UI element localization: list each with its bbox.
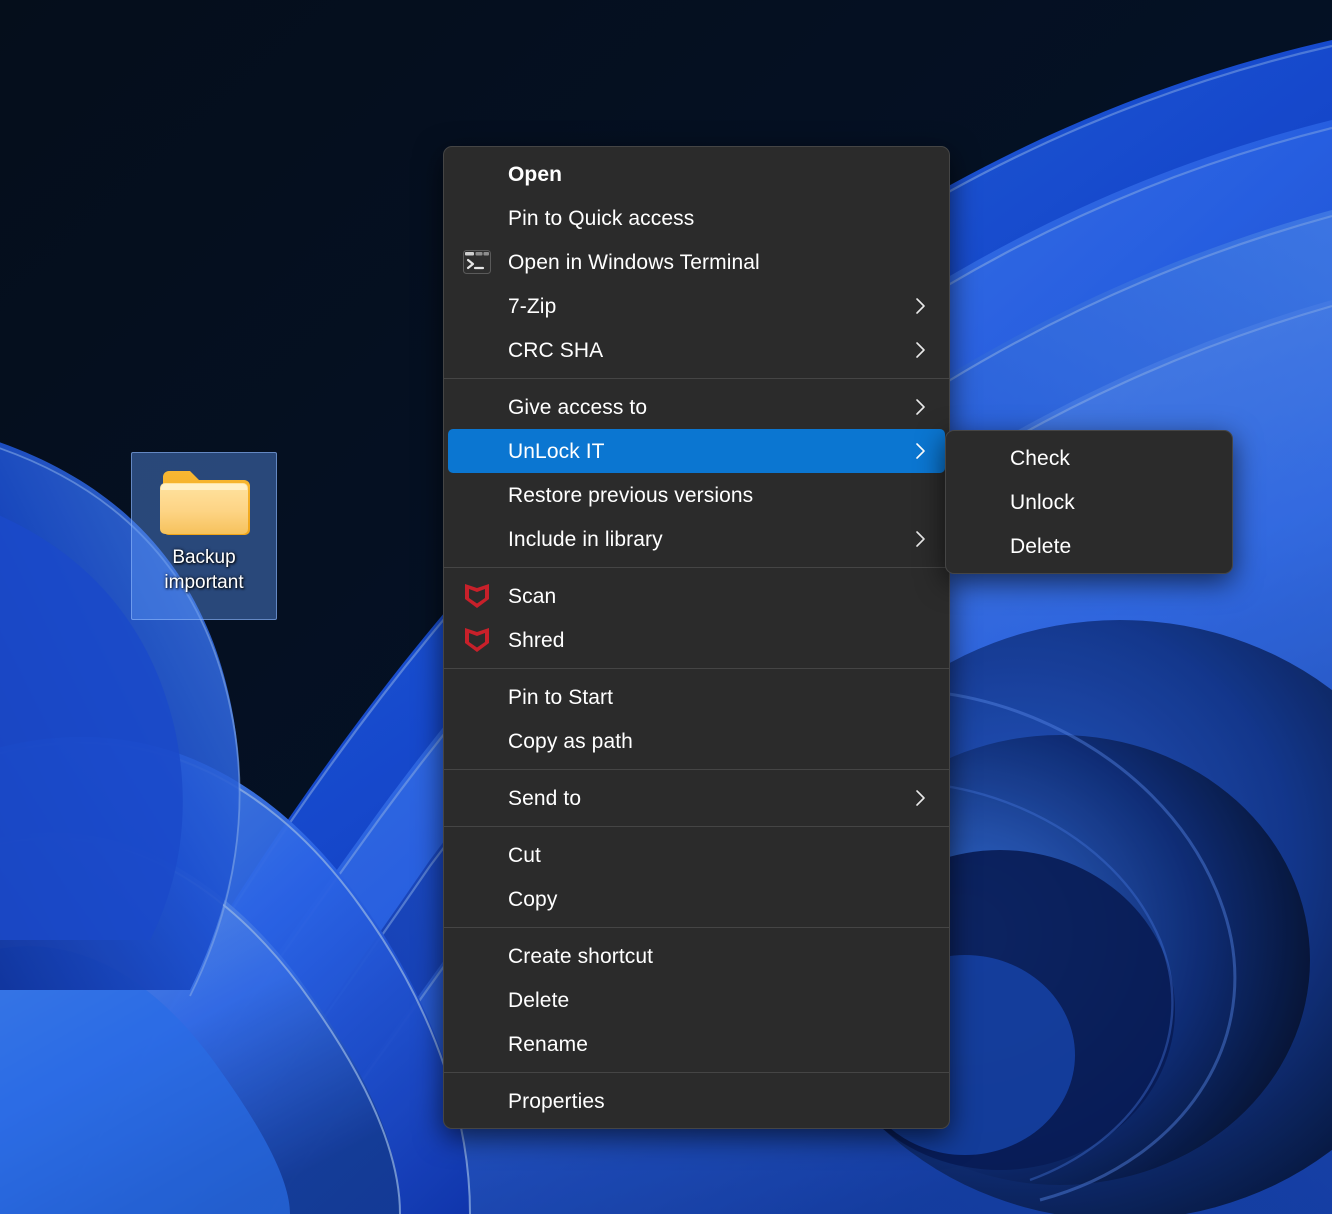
menu-item-label: UnLock IT bbox=[508, 439, 605, 463]
desktop[interactable]: Backup important Open Pin to Quick acces… bbox=[0, 0, 1332, 1214]
menu-item-label: Include in library bbox=[508, 527, 663, 551]
menu-separator bbox=[444, 1072, 949, 1073]
menu-item-label: Rename bbox=[508, 1032, 588, 1056]
menu-separator bbox=[444, 769, 949, 770]
menu-item-label: Delete bbox=[1010, 534, 1072, 558]
context-menu[interactable]: Open Pin to Quick access Open in Windows… bbox=[443, 146, 950, 1129]
menu-separator bbox=[444, 826, 949, 827]
desktop-icon-label-line2: important bbox=[164, 572, 244, 593]
menu-item-label: Delete bbox=[508, 988, 570, 1012]
menu-item-label: Check bbox=[1010, 446, 1071, 470]
menu-item-label: Open in Windows Terminal bbox=[508, 250, 760, 274]
menu-separator bbox=[444, 668, 949, 669]
menu-item-label: Pin to Quick access bbox=[508, 206, 695, 230]
desktop-icon-backup-important[interactable]: Backup important bbox=[131, 452, 277, 620]
terminal-icon bbox=[462, 247, 492, 277]
chevron-right-icon bbox=[915, 296, 927, 316]
menu-item-7-zip[interactable]: 7-Zip bbox=[448, 284, 945, 328]
menu-item-label: Copy as path bbox=[508, 729, 633, 753]
menu-item-label: Pin to Start bbox=[508, 685, 614, 709]
menu-separator bbox=[444, 378, 949, 379]
menu-item-scan[interactable]: Scan bbox=[448, 574, 945, 618]
mcafee-shield-icon bbox=[462, 625, 492, 655]
menu-item-properties[interactable]: Properties bbox=[448, 1079, 945, 1123]
menu-item-shred[interactable]: Shred bbox=[448, 618, 945, 662]
submenu-unlock-it[interactable]: Check Unlock Delete bbox=[945, 430, 1233, 574]
menu-item-label: Create shortcut bbox=[508, 944, 654, 968]
menu-item-label: Properties bbox=[508, 1089, 605, 1113]
menu-item-label: Give access to bbox=[508, 395, 648, 419]
submenu-item-check[interactable]: Check bbox=[950, 436, 1228, 480]
menu-item-rename[interactable]: Rename bbox=[448, 1022, 945, 1066]
desktop-icon-label-line1: Backup bbox=[172, 547, 236, 568]
menu-item-label: Restore previous versions bbox=[508, 483, 754, 507]
menu-item-cut[interactable]: Cut bbox=[448, 833, 945, 877]
chevron-right-icon bbox=[915, 340, 927, 360]
menu-item-pin-to-start[interactable]: Pin to Start bbox=[448, 675, 945, 719]
menu-item-label: Scan bbox=[508, 584, 557, 608]
menu-item-label: Unlock bbox=[1010, 490, 1075, 514]
menu-item-label: Open bbox=[508, 162, 563, 186]
menu-item-delete[interactable]: Delete bbox=[448, 978, 945, 1022]
chevron-right-icon bbox=[915, 788, 927, 808]
menu-item-open-in-windows-terminal[interactable]: Open in Windows Terminal bbox=[448, 240, 945, 284]
menu-item-unlock-it[interactable]: UnLock IT bbox=[448, 429, 945, 473]
chevron-right-icon bbox=[915, 397, 927, 417]
mcafee-shield-icon bbox=[462, 581, 492, 611]
menu-item-copy-as-path[interactable]: Copy as path bbox=[448, 719, 945, 763]
folder-icon bbox=[160, 471, 250, 535]
menu-item-label: Send to bbox=[508, 786, 582, 810]
menu-item-copy[interactable]: Copy bbox=[448, 877, 945, 921]
chevron-right-icon bbox=[915, 529, 927, 549]
menu-separator bbox=[444, 567, 949, 568]
menu-item-label: Copy bbox=[508, 887, 558, 911]
menu-item-label: CRC SHA bbox=[508, 338, 604, 362]
menu-item-pin-to-quick-access[interactable]: Pin to Quick access bbox=[448, 196, 945, 240]
desktop-icon-label: Backup important bbox=[139, 545, 269, 595]
menu-item-restore-previous-versions[interactable]: Restore previous versions bbox=[448, 473, 945, 517]
menu-item-give-access-to[interactable]: Give access to bbox=[448, 385, 945, 429]
menu-item-include-in-library[interactable]: Include in library bbox=[448, 517, 945, 561]
menu-separator bbox=[444, 927, 949, 928]
menu-item-label: Shred bbox=[508, 628, 565, 652]
menu-item-send-to[interactable]: Send to bbox=[448, 776, 945, 820]
menu-item-open[interactable]: Open bbox=[448, 152, 945, 196]
menu-item-label: 7-Zip bbox=[508, 294, 557, 318]
menu-item-create-shortcut[interactable]: Create shortcut bbox=[448, 934, 945, 978]
submenu-item-delete[interactable]: Delete bbox=[950, 524, 1228, 568]
submenu-item-unlock[interactable]: Unlock bbox=[950, 480, 1228, 524]
menu-item-crc-sha[interactable]: CRC SHA bbox=[448, 328, 945, 372]
menu-item-label: Cut bbox=[508, 843, 541, 867]
chevron-right-icon bbox=[915, 441, 927, 461]
